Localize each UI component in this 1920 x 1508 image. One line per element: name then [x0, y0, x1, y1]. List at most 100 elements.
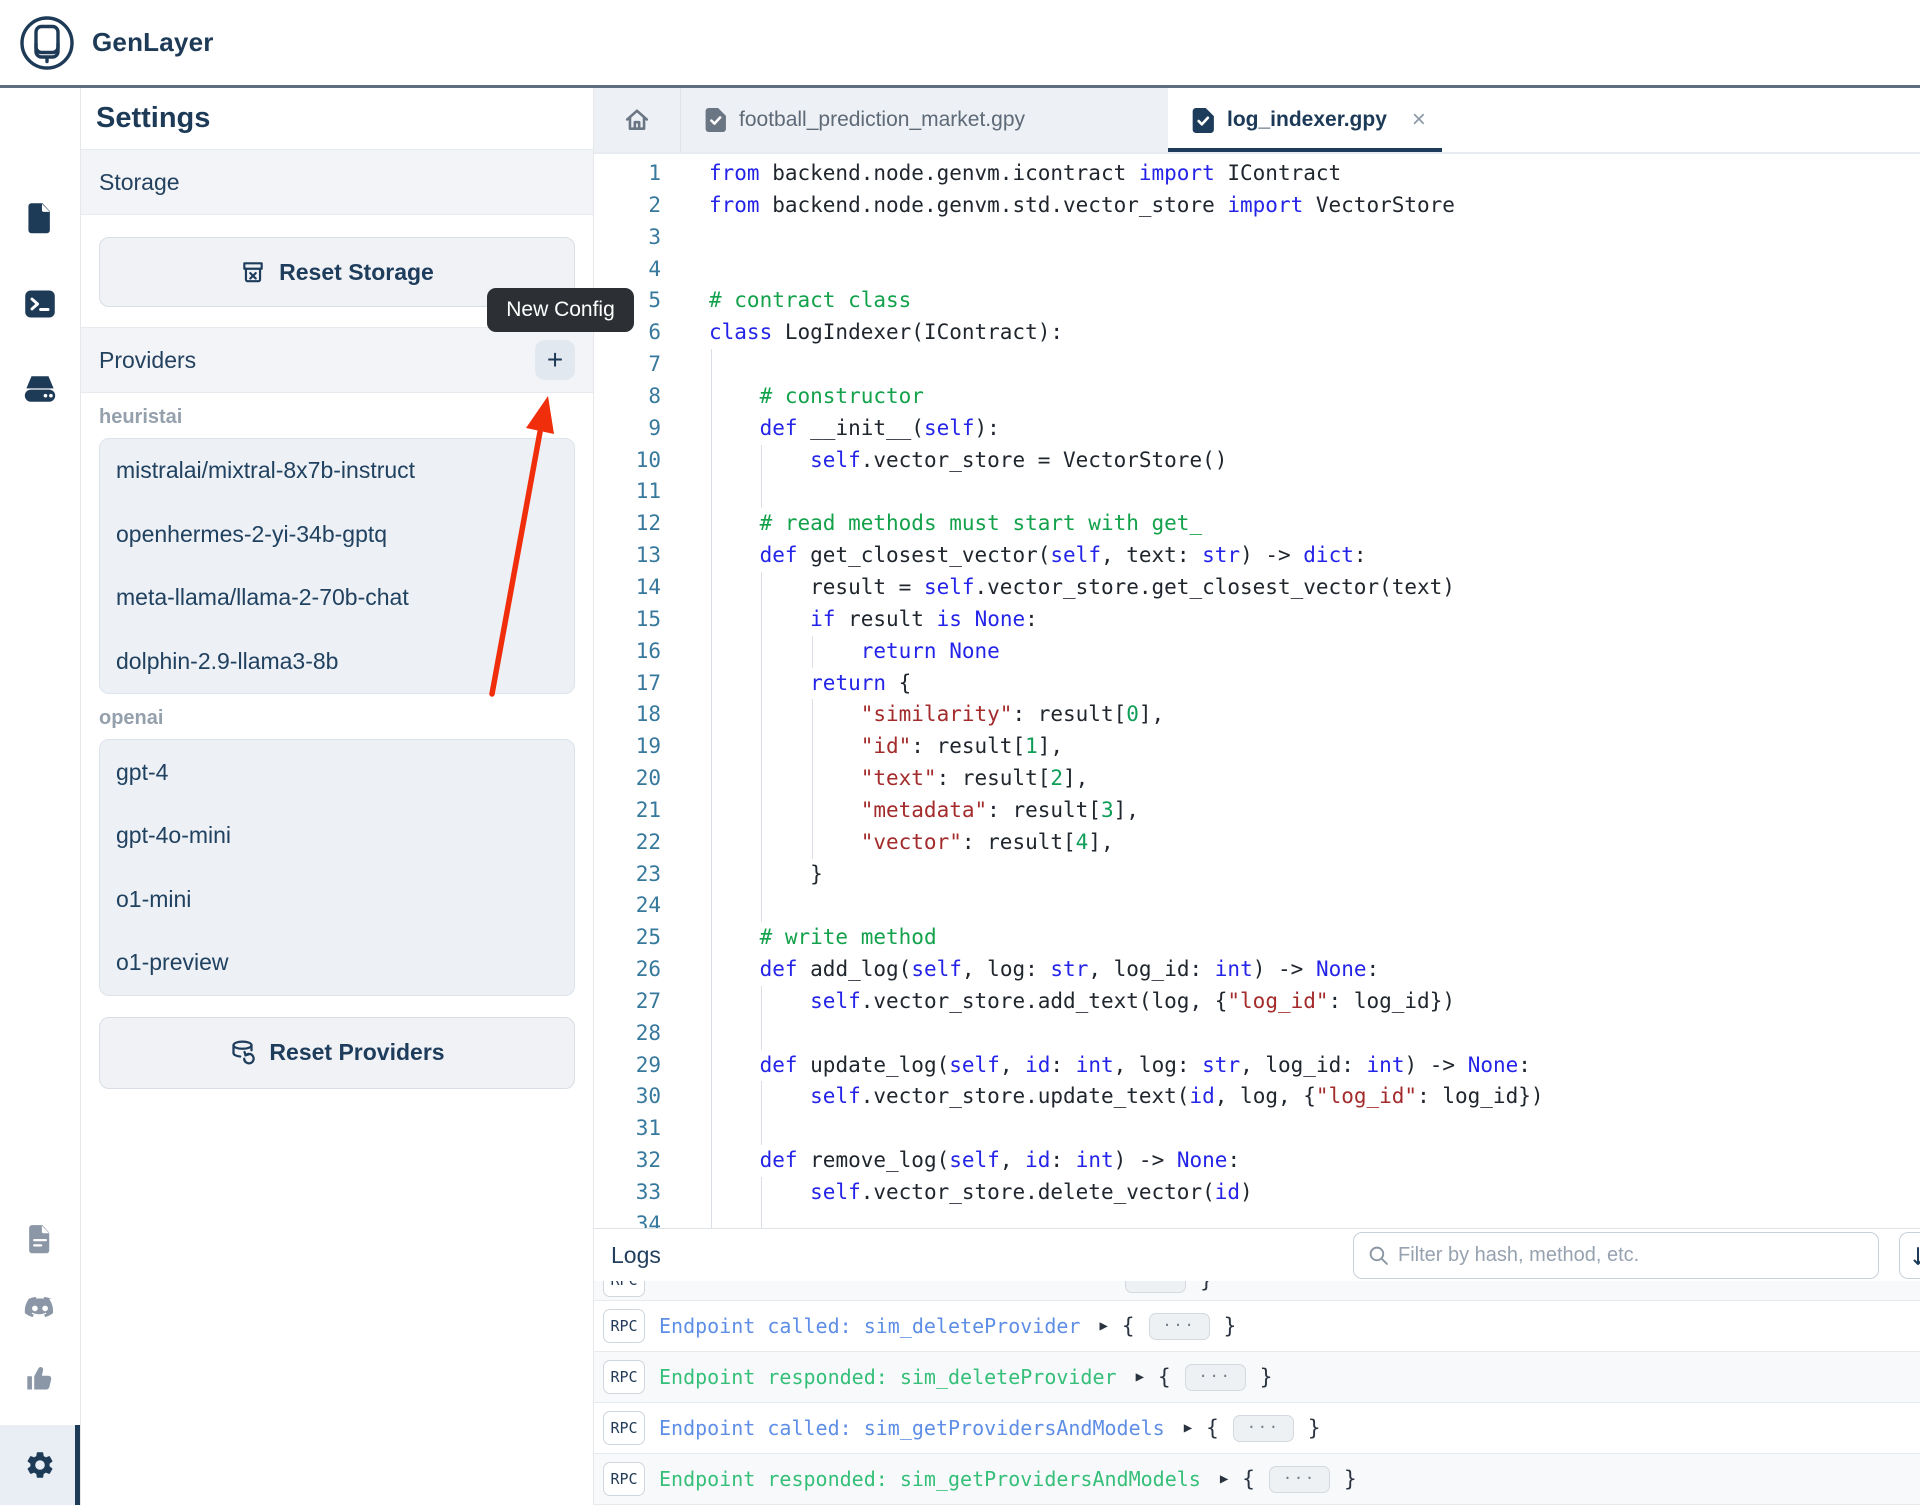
thumbs-up-icon[interactable] — [0, 1364, 80, 1392]
provider-model-item[interactable]: o1-mini — [100, 868, 574, 932]
close-tab-icon[interactable]: × — [1412, 108, 1426, 132]
line-number: 20 — [594, 763, 661, 795]
provider-model-item[interactable]: o1-preview — [100, 931, 574, 995]
provider-model-list: gpt-4gpt-4o-minio1-minio1-preview — [99, 739, 575, 995]
indent-guide — [711, 699, 712, 731]
indent-guide — [761, 890, 762, 922]
indent-guide — [761, 827, 762, 859]
rpc-badge: RPC — [603, 1411, 645, 1445]
rpc-badge: RPC — [603, 1281, 645, 1297]
provider-group-label: openai — [99, 707, 575, 730]
terminal-icon[interactable] — [0, 289, 80, 319]
code-line: # contract class — [679, 285, 1920, 317]
discord-icon[interactable] — [0, 1295, 80, 1323]
tab-football-prediction-market[interactable]: football_prediction_market.gpy — [681, 88, 1168, 152]
indent-guide — [761, 668, 762, 700]
docs-icon[interactable] — [0, 1224, 80, 1254]
close-brace: } — [1200, 1281, 1213, 1292]
app-title: GenLayer — [92, 27, 214, 58]
line-number: 3 — [594, 222, 661, 254]
logs-filter-input[interactable] — [1398, 1244, 1864, 1267]
code-editor[interactable]: 1234567891011121314151617181920212223242… — [594, 154, 1920, 1228]
search-icon — [1368, 1245, 1389, 1266]
log-row[interactable]: RPC Endpoint called: sim_getProvidersAndM… — [594, 1403, 1920, 1454]
sort-logs-button[interactable] — [1899, 1232, 1920, 1279]
line-number: 7 — [594, 349, 661, 381]
provider-model-item[interactable]: meta-llama/llama-2-70b-chat — [100, 566, 574, 630]
provider-model-item[interactable]: mistralai/mixtral-8x7b-instruct — [100, 439, 574, 503]
provider-model-item[interactable]: openhermes-2-yi-34b-gptq — [100, 503, 574, 567]
line-number: 17 — [594, 668, 661, 700]
indent-guide — [711, 572, 712, 604]
code-line — [679, 1018, 1920, 1050]
collapsed-payload-ellipsis[interactable]: ... — [1185, 1364, 1246, 1391]
collapsed-payload-ellipsis[interactable]: ... — [1269, 1466, 1330, 1493]
code-line: from backend.node.genvm.icontract import… — [679, 158, 1920, 190]
indent-guide — [711, 731, 712, 763]
rpc-badge: RPC — [603, 1360, 645, 1394]
collapsed-payload-ellipsis[interactable]: ... — [1125, 1281, 1186, 1293]
add-provider-button[interactable]: + — [535, 340, 575, 380]
provider-model-item[interactable]: gpt-4o-mini — [100, 804, 574, 868]
log-message: Endpoint called: sim_deleteProvider — [659, 1314, 1080, 1338]
indent-guide — [761, 699, 762, 731]
indent-guide — [711, 859, 712, 891]
indent-guide — [761, 1081, 762, 1113]
settings-rail-active-item[interactable] — [0, 1425, 80, 1505]
indent-guide — [711, 1113, 712, 1145]
open-brace: { — [1242, 1467, 1255, 1491]
line-number: 10 — [594, 445, 661, 477]
indent-guide — [812, 795, 813, 827]
gear-icon — [24, 1449, 56, 1481]
indent-guide — [711, 381, 712, 413]
log-message: Endpoint called: sim_getProvidersAndMode… — [659, 1416, 1165, 1440]
provider-model-item[interactable]: gpt-4 — [100, 740, 574, 804]
expand-caret-icon[interactable]: ▶ — [1099, 1318, 1107, 1334]
line-number: 34 — [594, 1209, 661, 1228]
collapsed-payload-ellipsis[interactable]: ... — [1233, 1415, 1294, 1442]
line-number: 21 — [594, 795, 661, 827]
collapsed-payload-ellipsis[interactable]: ... — [1149, 1313, 1210, 1340]
indent-guide — [761, 636, 762, 668]
indent-guide — [761, 986, 762, 1018]
log-row[interactable]: RPCEndpoint called: sim_deleteProvider▶{… — [594, 1301, 1920, 1352]
log-row[interactable]: RPCEndpoint responded: sim_deleteProvide… — [594, 1352, 1920, 1403]
line-number: 33 — [594, 1177, 661, 1209]
reset-providers-button[interactable]: Reset Providers — [99, 1017, 575, 1089]
line-number: 29 — [594, 1050, 661, 1082]
code-line: result = self.vector_store.get_closest_v… — [679, 572, 1920, 604]
close-brace: } — [1308, 1416, 1321, 1440]
code-line: def get_closest_vector(self, text: str) … — [679, 540, 1920, 572]
storage-drive-icon[interactable] — [0, 374, 80, 404]
providers-section-label: Providers — [99, 347, 196, 374]
logs-filter[interactable] — [1353, 1232, 1879, 1279]
tab-log-indexer[interactable]: log_indexer.gpy × — [1168, 88, 1442, 152]
expand-caret-icon[interactable]: ▶ — [1184, 1420, 1192, 1436]
indent-guide — [711, 476, 712, 508]
logs-title: Logs — [611, 1242, 661, 1269]
provider-model-item[interactable]: dolphin-2.9-llama3-8b — [100, 630, 574, 694]
contracts-file-icon[interactable] — [0, 202, 80, 234]
log-row[interactable]: RPC...} — [594, 1281, 1920, 1301]
open-brace: { — [1158, 1365, 1171, 1389]
tab-strip: football_prediction_market.gpy log_index… — [594, 88, 1920, 154]
storage-section-label: Storage — [99, 169, 180, 196]
indent-guide — [711, 413, 712, 445]
expand-caret-icon[interactable]: ▶ — [1136, 1369, 1144, 1385]
line-number: 30 — [594, 1081, 661, 1113]
expand-caret-icon[interactable]: ▶ — [1220, 1471, 1228, 1487]
box-x-icon — [240, 259, 266, 285]
home-tab[interactable] — [594, 88, 681, 152]
code-line: return { — [679, 668, 1920, 700]
code-content[interactable]: from backend.node.genvm.icontract import… — [679, 154, 1920, 1228]
indent-guide — [761, 1209, 762, 1228]
line-number: 25 — [594, 922, 661, 954]
log-row[interactable]: RPCEndpoint responded: sim_getProvidersA… — [594, 1454, 1920, 1505]
code-line: "similarity": result[0], — [679, 699, 1920, 731]
code-line: "vector": result[4], — [679, 827, 1920, 859]
indent-guide — [761, 859, 762, 891]
sort-arrows-icon — [1910, 1244, 1920, 1268]
indent-guide — [711, 604, 712, 636]
code-line — [679, 1209, 1920, 1228]
indent-guide — [761, 731, 762, 763]
